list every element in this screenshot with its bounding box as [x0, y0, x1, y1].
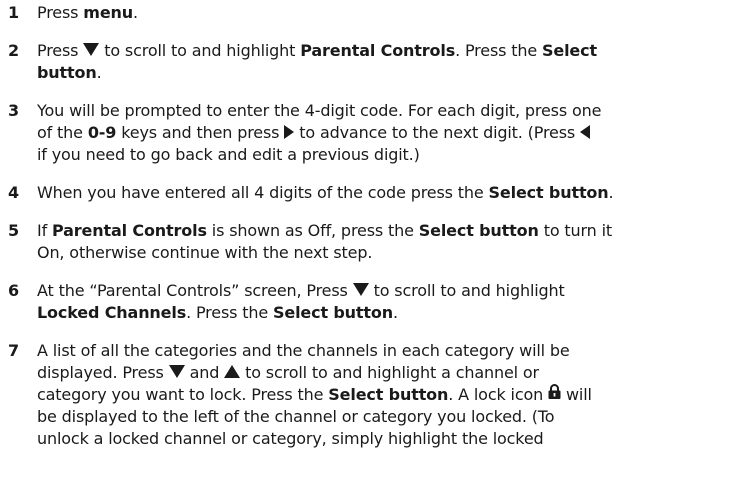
down-arrow-icon	[83, 43, 100, 56]
text-run: unlock a locked channel or category, sim…	[37, 429, 544, 448]
step-text-line: be displayed to the left of the channel …	[37, 406, 592, 428]
text-run: be displayed to the left of the channel …	[37, 407, 555, 426]
text-run: If	[37, 221, 52, 240]
step-text-line: Press to scroll to and highlight Parenta…	[37, 40, 597, 62]
step-number: 1	[8, 3, 19, 22]
lock-icon	[548, 383, 561, 405]
step-text-line: A list of all the categories and the cha…	[37, 340, 592, 362]
step-text: When you have entered all 4 digits of th…	[37, 182, 614, 204]
text-run: to scroll to and highlight a channel or	[240, 363, 539, 382]
step-number: 2	[8, 41, 19, 60]
text-run: is shown as Off, press the	[206, 221, 419, 240]
step-number: 5	[8, 221, 19, 240]
left-arrow-icon	[580, 124, 591, 139]
text-run: .	[393, 303, 398, 322]
text-run: to scroll to and highlight	[368, 281, 565, 300]
text-run: When you have entered all 4 digits of th…	[37, 183, 489, 202]
bold-term: Select button	[418, 221, 539, 240]
bold-term: Parental Controls	[52, 221, 207, 240]
text-run: .	[608, 183, 614, 202]
bold-term: Parental Controls	[300, 41, 456, 60]
text-run: will	[561, 385, 592, 404]
up-arrow-icon	[224, 365, 241, 378]
step-text-line: button.	[37, 62, 597, 84]
bold-term: Select button	[273, 303, 394, 322]
text-run: Press	[37, 41, 84, 60]
right-arrow-icon	[284, 124, 295, 139]
text-run: to scroll to and highlight	[99, 41, 301, 60]
step-number: 6	[8, 281, 19, 300]
step-number: 4	[8, 183, 19, 202]
bold-term: Select	[542, 41, 597, 60]
text-run: to turn it	[538, 221, 613, 240]
text-run: to advance to the next digit. (Press	[294, 123, 581, 142]
step-text-line: If Parental Controls is shown as Off, pr…	[37, 220, 612, 242]
bold-term: 0-9	[87, 123, 117, 142]
step-text-line: displayed. Press and to scroll to and hi…	[37, 362, 592, 384]
text-run: A list of all the categories and the cha…	[37, 341, 570, 360]
step-text-line: Press menu.	[37, 2, 138, 24]
step-text: If Parental Controls is shown as Off, pr…	[37, 220, 612, 264]
text-run: keys and then press	[116, 123, 285, 142]
text-run: if you need to go back and edit a previo…	[37, 145, 420, 164]
step-text-line: On, otherwise continue with the next ste…	[37, 242, 612, 264]
step-text-line: Locked Channels. Press the Select button…	[37, 302, 565, 324]
text-run: of the	[37, 123, 88, 142]
text-run: Press	[37, 3, 84, 22]
text-run: At the “Parental Controls” screen, Press	[37, 281, 353, 300]
bold-term: Locked Channels	[37, 303, 187, 322]
step-text: You will be prompted to enter the 4-digi…	[37, 100, 601, 166]
step-text: A list of all the categories and the cha…	[37, 340, 592, 450]
text-run: On, otherwise continue with the next ste…	[37, 243, 373, 262]
bold-term: Select button	[328, 385, 449, 404]
step-text-line: category you want to lock. Press the Sel…	[37, 383, 592, 406]
text-run: .	[96, 63, 102, 82]
step-text-line: if you need to go back and edit a previo…	[37, 144, 601, 166]
down-arrow-icon	[352, 283, 369, 296]
step-text-line: unlock a locked channel or category, sim…	[37, 428, 592, 450]
text-run: . A lock icon	[448, 385, 549, 404]
instruction-steps: 1 Press menu. 2 Press to scroll to and hig…	[0, 0, 745, 477]
text-run: . Press the	[455, 41, 542, 60]
text-run: .	[133, 3, 138, 22]
text-run: category you want to lock. Press the	[37, 385, 329, 404]
step-text: Press to scroll to and highlight Parenta…	[37, 40, 597, 84]
step-text-line: of the 0-9 keys and then press to advanc…	[37, 122, 601, 144]
bold-term: Select button	[488, 183, 609, 202]
step-text-line: When you have entered all 4 digits of th…	[37, 182, 614, 204]
text-run: You will be prompted to enter the 4-digi…	[37, 101, 602, 120]
down-arrow-icon	[168, 365, 185, 378]
text-run: and	[184, 363, 225, 382]
bold-term: button	[37, 63, 97, 82]
text-run: . Press the	[186, 303, 274, 322]
step-text-line: You will be prompted to enter the 4-digi…	[37, 100, 601, 122]
text-run: displayed. Press	[37, 363, 169, 382]
step-number: 7	[8, 341, 19, 360]
step-text: Press menu.	[37, 2, 138, 24]
bold-term: menu	[83, 3, 134, 22]
step-text-line: At the “Parental Controls” screen, Press…	[37, 280, 565, 302]
step-text: At the “Parental Controls” screen, Press…	[37, 280, 565, 324]
step-number: 3	[8, 101, 19, 120]
